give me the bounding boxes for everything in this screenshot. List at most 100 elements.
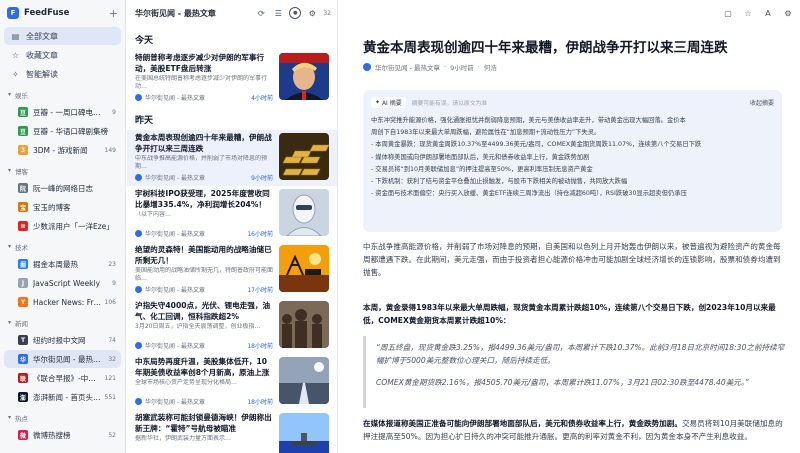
unread-count: 106	[104, 298, 116, 306]
feed-group-header[interactable]: ▾ 技术	[0, 239, 125, 254]
refresh-icon[interactable]: ⟳	[255, 7, 267, 19]
feed-item[interactable]: 掘掘金本周最热 23	[4, 255, 121, 273]
article-paragraph-bold: 本周，黄金录得1983年以来最大单周跌幅，现货黄金本周累计跌超10%，连续第八个…	[363, 303, 776, 325]
source-favicon-icon	[135, 174, 142, 181]
article-thumbnail	[279, 189, 329, 236]
feed-item[interactable]: 阮阮一峰的网络日志	[4, 179, 121, 197]
feed-favicon-icon: 阮	[18, 183, 28, 193]
feed-name: 豆瓣 - 华语口碑剧集榜	[33, 126, 108, 136]
article-item-title: 黄金本周表现创逾四十年来最糟，伊朗战争开打以来三周连跌	[135, 133, 272, 153]
feed-favicon-icon: 掘	[18, 259, 28, 269]
article-author: 何浩	[483, 64, 497, 72]
unread-filter-icon[interactable]: ●	[289, 7, 302, 19]
article-item-meta: 华尔街见闻 - 最热文章 16小时前	[135, 229, 273, 238]
article-list-item[interactable]: 宇树科技IPO获受理，2025年度营收同比暴增335.4%，净利润增长204%！…	[127, 186, 337, 242]
ai-summary-line: - 本周黄金暴跌：现货黄金周跌10.37%至4499.36美元/盎司，COMEX…	[371, 141, 702, 149]
meta-separator: ·	[443, 63, 447, 71]
article-source[interactable]: 华尔街见闻 - 最热文章	[375, 62, 440, 72]
article-item-meta: 华尔街见闻 - 最热文章 4小时前	[135, 93, 273, 102]
article-item-meta: 华尔街见闻 - 最热文章 9小时前	[135, 173, 273, 182]
feed-item[interactable]: 豆豆瓣 - 华语口碑剧集榜	[4, 122, 121, 140]
nav-item[interactable]: ▤ 全部文章	[4, 27, 121, 45]
feed-item[interactable]: 华华尔街见闻 - 最热… 32	[4, 350, 121, 368]
nav-item[interactable]: ✧ 智能解读	[4, 65, 121, 83]
feed-item[interactable]: 澎澎湃新闻 - 首页头… 551	[4, 388, 121, 406]
article-item-time: 18小时前	[247, 343, 273, 350]
feed-item[interactable]: 3 3DM - 游戏新闻 149	[4, 141, 121, 159]
reader-toolbar: ▢ ☆ A ⚙	[714, 7, 794, 19]
feed-group-header[interactable]: ▾ 娱乐	[0, 87, 125, 102]
nav-item[interactable]: ☆ 收藏文章	[4, 46, 121, 64]
feed-favicon-icon: J	[18, 278, 28, 288]
article-item-source: 华尔街见闻 - 最热文章	[145, 287, 205, 294]
article-list-item[interactable]: 胡塞武装称可能封锁曼德海峡！伊朗称出新王牌：“霍特”号航母被瞄准 据新华社，伊朗武…	[127, 410, 337, 453]
article-title: 黄金本周表现创逾四十年来最糟，伊朗战争开打以来三周连跌	[363, 40, 728, 56]
mark-all-read-icon[interactable]: ☰	[272, 7, 284, 19]
article-item-meta: 华尔街见闻 - 最热文章 18小时前	[135, 341, 273, 350]
feed-item[interactable]: T 纽约时报中文网 74	[4, 331, 121, 349]
nav-item-label: 全部文章	[26, 31, 58, 41]
feed-favicon-icon: 豆	[18, 126, 28, 136]
article-item-meta: 华尔街见闻 - 最热文章 18小时前	[135, 397, 273, 406]
article-item-summary: 中东战争推高能源价格，并削弱了市场对降息的预期…	[135, 155, 268, 170]
article-item-title: 沪指失守4000点，光伏、锂电走强，油气、化工回调，恒科指跌超2%	[135, 301, 271, 321]
feed-name: 澎湃新闻 - 首页头…	[33, 392, 101, 402]
article-item-summary: （以下内容…	[135, 211, 172, 218]
ai-summary-line: - 媒体称美国或向伊朗部署地面部队后，美元和债券收益率上行，黄金跌势加剧	[371, 153, 590, 161]
feed-name: 豆瓣 - 一周口碑电…	[33, 107, 101, 117]
article-item-text: 沪指失守4000点，光伏、锂电走强，油气、化工回调，恒科指跌超2% 3月20日周五…	[135, 301, 279, 351]
source-favicon-icon	[135, 94, 142, 101]
feed-favicon-icon: 澎	[18, 392, 28, 402]
date-section-header: 今天	[135, 36, 154, 46]
star-icon: ☆	[11, 50, 20, 60]
article-item-source: 华尔街见闻 - 最热文章	[145, 231, 205, 238]
feed-item[interactable]: 联《联合早报》-中… 121	[4, 369, 121, 387]
article-list-item[interactable]: 绝望的灵森特！美国能动用的战略油储已所剩无几！ 美国能动用的战略油储所剩无几，特朗…	[127, 242, 337, 298]
feed-item[interactable]: Y Hacker News: Fr… 106	[4, 293, 121, 311]
settings-icon[interactable]: ⚙	[306, 7, 318, 19]
unread-count: 149	[104, 146, 116, 154]
article-list-item[interactable]: 特朗普称考虑逐步减少对伊朗的军事行动，美股ETF盘后转涨 在美国总统特朗普称考虑逐…	[127, 50, 337, 106]
feed-group-header[interactable]: ▾ 博客	[0, 163, 125, 178]
feed-item[interactable]: 宝宝玉的博客	[4, 198, 121, 216]
feed-group-name: 新闻	[15, 319, 29, 328]
sparkle-icon: ✦	[375, 98, 382, 106]
article-list-item[interactable]: 沪指失守4000点，光伏、锂电走强，油气、化工回调，恒科指跌超2% 3月20日周五…	[127, 298, 337, 354]
article-item-source: 华尔街见闻 - 最热文章	[145, 343, 205, 350]
meta-separator: ·	[477, 63, 480, 71]
article-list-item[interactable]: 中东局势再度升温，美股集体低开，10年期美债收益率创8个月新高，原油上涨 全球市场…	[127, 354, 337, 410]
unread-count: 551	[104, 393, 116, 401]
feed-item[interactable]: J JavaScript Weekly 9	[4, 274, 121, 292]
article-paragraph: 中东战争推高能源价格，并削弱了市场对降息的预期，自美国和以色列上月开始轰击伊朗以…	[363, 242, 781, 277]
font-size-icon[interactable]: A	[762, 7, 774, 19]
sidebar: F FeedFuse + ▤ 全部文章 ☆ 收藏文章 ✧ 智能解读 ▾ 娱乐豆豆瓣 - 一周…	[0, 0, 126, 453]
feed-item[interactable]: 豆豆瓣 - 一周口碑电… 9	[4, 103, 121, 121]
feed-favicon-icon: T	[18, 335, 28, 345]
feed-item[interactable]: 微微博热搜榜 52	[4, 426, 121, 444]
list-header: 华尔街见闻 - 最热文章 ⟳ ☰ ● ⚙ 32	[127, 0, 337, 26]
article-item-title: 中东局势再度升温，美股集体低开，10年期美债收益率创8个月新高，原油上涨	[135, 357, 270, 377]
article-item-summary: 在美国总统特朗普称考虑逐步减少对伊朗的军事行动…	[135, 75, 268, 90]
ai-badge-label: AI 摘要	[381, 99, 402, 107]
article-list-item[interactable]: 黄金本周表现创逾四十年来最糟，伊朗战争开打以来三周连跌中东战争推高能源价格，并削…	[127, 130, 337, 186]
article-time: 9小时前	[450, 64, 474, 72]
article-body: 中东战争推高能源价格，并削弱了市场对降息的预期，自美国和以色列上月开始轰击伊朗以…	[363, 240, 788, 453]
feed-name: 阮一峰的网络日志	[33, 183, 93, 193]
article-item-text: 中东局势再度升温，美股集体低开，10年期美债收益率创8个月新高，原油上涨 全球市场…	[135, 357, 279, 407]
bookmark-icon[interactable]: ☆	[742, 7, 754, 19]
feed-group-header[interactable]: ▾ 新闻	[0, 315, 125, 330]
article-item-source: 华尔街见闻 - 最热文章	[145, 399, 205, 406]
ai-disclaimer: 摘要可能有误，请以原文为准	[411, 100, 488, 107]
add-feed-icon[interactable]: +	[109, 7, 118, 20]
article-item-time: 4小时前	[251, 95, 273, 102]
open-original-icon[interactable]: ▢	[722, 7, 734, 19]
chevron-down-icon: ▾	[8, 243, 12, 250]
collapse-summary-button[interactable]: 收起摘要	[750, 98, 774, 107]
article-thumbnail	[279, 413, 329, 453]
feed-name: 少数派用户「一洋Eze」	[33, 221, 113, 231]
feed-group-header[interactable]: ▾ 热点	[0, 410, 125, 425]
feed-item[interactable]: π 少数派用户「一洋Eze」	[4, 217, 121, 235]
article-thumbnail	[279, 133, 329, 180]
ai-summary-card: ✦ AI 摘要 摘要可能有误，请以原文为准 收起摘要 中东冲突推升能源价格，强化…	[363, 90, 782, 232]
reader-settings-icon[interactable]: ⚙	[782, 7, 794, 19]
